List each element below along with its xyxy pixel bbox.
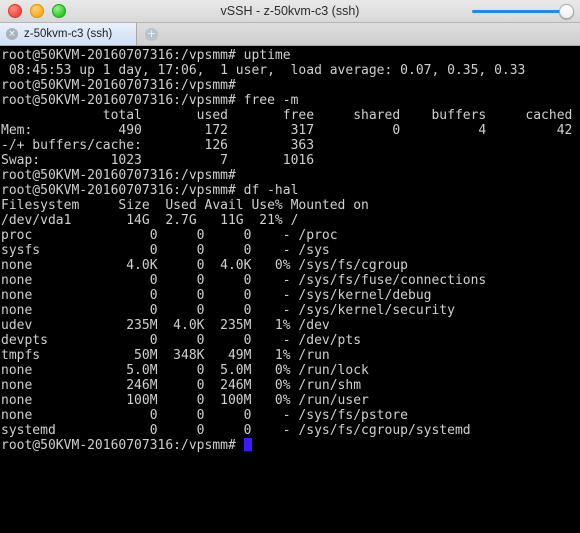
terminal-line: proc 0 0 0 - /proc xyxy=(1,228,338,243)
tab-bar: × z-50kvm-c3 (ssh) + xyxy=(0,23,580,46)
close-window-icon[interactable] xyxy=(8,4,22,18)
terminal-line: none 246M 0 246M 0% /run/shm xyxy=(1,378,362,393)
terminal-line: none 0 0 0 - /sys/fs/pstore xyxy=(1,408,408,423)
text-cursor xyxy=(243,438,252,451)
new-tab-button[interactable]: + xyxy=(137,23,166,45)
terminal-line: none 0 0 0 - /sys/fs/fuse/connections xyxy=(1,273,487,288)
vssh-window: vSSH - z-50kvm-c3 (ssh) × z-50kvm-c3 (ss… xyxy=(0,0,580,533)
terminal-line: root@50KVM-20160707316:/vpsmm# xyxy=(1,78,236,93)
tab-label: z-50kvm-c3 (ssh) xyxy=(24,28,113,40)
slider-knob[interactable] xyxy=(559,3,574,19)
terminal-line: none 4.0K 0 4.0K 0% /sys/fs/cgroup xyxy=(1,258,408,273)
terminal-line: 08:45:53 up 1 day, 17:06, 1 user, load a… xyxy=(1,63,526,78)
shell-prompt: root@50KVM-20160707316:/vpsmm# xyxy=(1,438,244,453)
terminal-line: root@50KVM-20160707316:/vpsmm# xyxy=(1,168,236,183)
terminal-line: root@50KVM-20160707316:/vpsmm# uptime xyxy=(1,48,291,63)
terminal-line: none 100M 0 100M 0% /run/user xyxy=(1,393,369,408)
traffic-light-group xyxy=(0,4,66,18)
terminal-line: /dev/vda1 14G 2.7G 11G 21% / xyxy=(1,213,299,228)
tab-z-50kvm-c3[interactable]: × z-50kvm-c3 (ssh) xyxy=(0,23,137,45)
terminal-line: Mem: 490 172 317 0 4 42 xyxy=(1,123,573,138)
font-size-slider[interactable] xyxy=(466,3,574,19)
terminal-line: total used free shared buffers cached xyxy=(1,108,573,123)
terminal-line: -/+ buffers/cache: 126 363 xyxy=(1,138,315,153)
slider-track xyxy=(472,9,564,13)
close-tab-icon[interactable]: × xyxy=(6,28,18,40)
minimize-window-icon[interactable] xyxy=(30,4,44,18)
terminal-line: Swap: 1023 7 1016 xyxy=(1,153,315,168)
terminal-line: tmpfs 50M 348K 49M 1% /run xyxy=(1,348,330,363)
terminal-prompt-line: root@50KVM-20160707316:/vpsmm# xyxy=(1,438,580,453)
window-titlebar[interactable]: vSSH - z-50kvm-c3 (ssh) xyxy=(0,0,580,23)
terminal-line: systemd 0 0 0 - /sys/fs/cgroup/systemd xyxy=(1,423,471,438)
plus-icon: + xyxy=(145,26,158,41)
terminal-line: root@50KVM-20160707316:/vpsmm# df -hal xyxy=(1,183,299,198)
terminal-line: none 0 0 0 - /sys/kernel/security xyxy=(1,303,455,318)
terminal-output[interactable]: root@50KVM-20160707316:/vpsmm# uptime 08… xyxy=(0,46,580,533)
zoom-window-icon[interactable] xyxy=(52,4,66,18)
terminal-line: none 5.0M 0 5.0M 0% /run/lock xyxy=(1,363,369,378)
terminal-line: Filesystem Size Used Avail Use% Mounted … xyxy=(1,198,369,213)
terminal-line: devpts 0 0 0 - /dev/pts xyxy=(1,333,362,348)
terminal-line: sysfs 0 0 0 - /sys xyxy=(1,243,330,258)
terminal-line: udev 235M 4.0K 235M 1% /dev xyxy=(1,318,330,333)
terminal-line: root@50KVM-20160707316:/vpsmm# free -m xyxy=(1,93,299,108)
terminal-line: none 0 0 0 - /sys/kernel/debug xyxy=(1,288,432,303)
